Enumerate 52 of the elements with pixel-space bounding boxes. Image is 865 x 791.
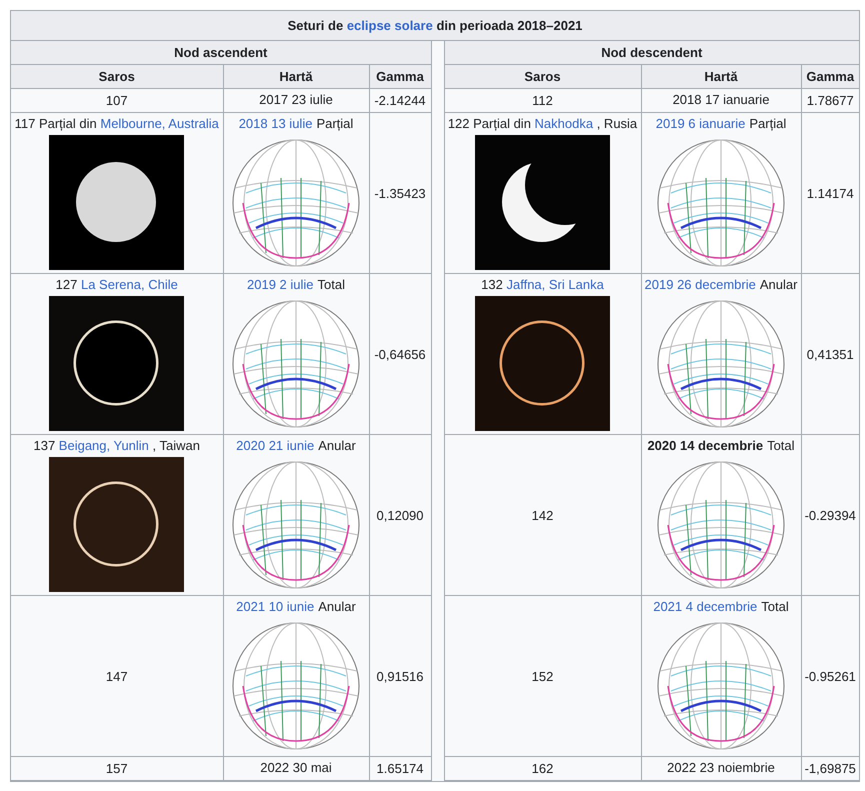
saros-caption: 162 <box>530 761 554 776</box>
gamma-value: 0,91516 <box>369 596 432 756</box>
gamma-value: -0,64656 <box>369 274 432 434</box>
date-link[interactable]: 2021 10 iunie <box>236 599 314 614</box>
gamma-value: -2.14244 <box>369 88 432 112</box>
map-caption: 2021 10 iunie Anular <box>235 598 357 614</box>
place-link[interactable]: La Serena, Chile <box>80 277 178 292</box>
place-link[interactable]: Jaffna, Sri Lanka <box>506 277 604 292</box>
saros-caption: 132 Jaffna, Sri Lanka <box>480 277 605 292</box>
place-link[interactable]: Nakhodka <box>534 116 594 131</box>
date-link[interactable]: 2019 6 ianuarie <box>656 116 746 131</box>
gamma-value: 1.65174 <box>369 756 432 780</box>
map-caption: 2018 17 ianuarie <box>672 91 770 107</box>
map-caption: 2022 30 mai <box>259 759 333 775</box>
date-link[interactable]: 2019 26 decembrie <box>644 277 756 292</box>
saros-caption: 157 <box>104 761 129 776</box>
place-link[interactable]: Melbourne, Australia <box>100 116 219 131</box>
place-link[interactable]: Beigang, Yunlin <box>58 438 149 453</box>
column-header: Saros <box>444 64 641 88</box>
saros-caption: 112 <box>531 93 554 108</box>
date-link[interactable]: 2021 4 decembrie <box>653 599 758 614</box>
saros-caption: 127 La Serena, Chile <box>54 277 179 292</box>
date-link[interactable]: 2018 13 iulie <box>238 116 312 131</box>
map-caption: 2022 23 noiembrie <box>666 759 776 775</box>
node-heading: Nod descendent <box>444 41 859 64</box>
saros-caption: 107 <box>104 93 129 108</box>
column-header: Gamma <box>369 64 432 88</box>
map-caption: 2021 4 decembrie Total <box>652 598 790 614</box>
saros-caption: 117 Parțial din Melbourne, Australia <box>14 116 220 131</box>
column-header: Saros <box>11 64 223 88</box>
map-caption: 2019 26 decembrie Anular <box>644 276 798 292</box>
saros-caption: 137 Beigang, Yunlin , Taiwan <box>32 438 201 453</box>
saros-caption: 147 <box>104 668 129 684</box>
column-header: Gamma <box>801 64 859 88</box>
map-caption: 2019 6 ianuarie Parțial <box>654 115 788 131</box>
node-heading: Nod ascendent <box>11 41 432 64</box>
map-caption: 2017 23 iulie <box>258 91 334 107</box>
table-title: Seturi de eclipse solare din perioada 2018–2021 <box>11 11 859 41</box>
date-link[interactable]: 2020 21 iunie <box>236 438 314 453</box>
gamma-value: 0,12090 <box>369 434 432 596</box>
map-caption: 2020 14 decembrie Total <box>646 437 796 453</box>
eclipse-link[interactable]: eclipse solare <box>346 18 433 33</box>
column-header: Hartă <box>223 64 369 88</box>
map-caption: 2018 13 iulie Parțial <box>238 115 354 131</box>
map-caption: 2020 21 iunie Anular <box>235 437 357 453</box>
saros-caption: 142 <box>530 508 554 522</box>
saros-caption: 122 Parțial din Nakhodka , Rusia <box>446 116 638 131</box>
column-header: Hartă <box>641 64 801 88</box>
saros-caption: 152 <box>530 668 554 684</box>
map-caption: 2019 2 iulie Total <box>246 276 346 292</box>
date-link[interactable]: 2019 2 iulie <box>247 277 314 292</box>
gamma-value: -1.35423 <box>369 112 432 274</box>
